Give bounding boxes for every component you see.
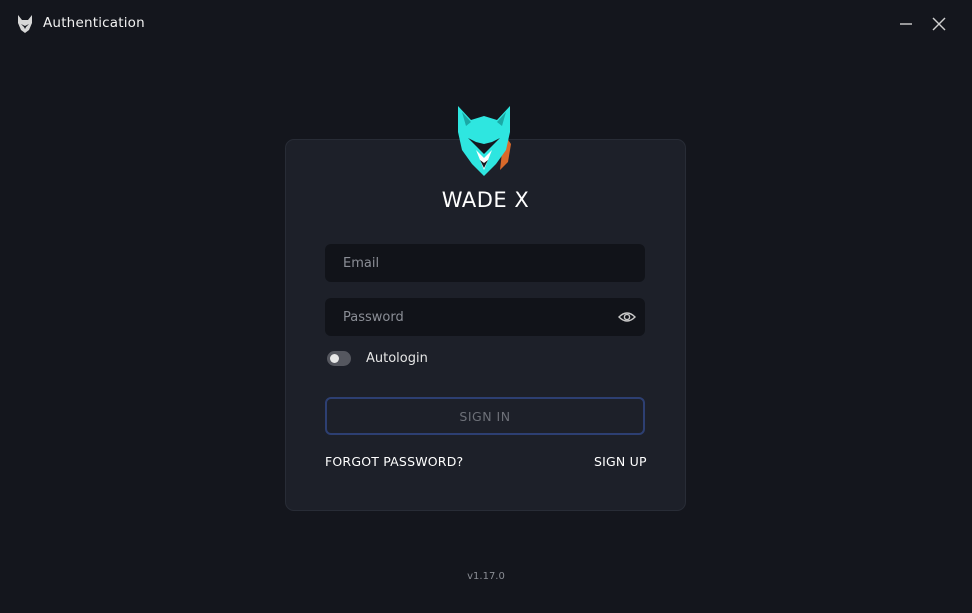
- toggle-knob: [330, 354, 339, 363]
- close-icon[interactable]: [927, 12, 951, 36]
- minimize-icon[interactable]: [894, 12, 918, 36]
- autologin-toggle[interactable]: [327, 351, 351, 366]
- wolf-logo-icon: [18, 15, 32, 33]
- sign-in-button[interactable]: SIGN IN: [325, 397, 645, 435]
- sign-up-link[interactable]: SIGN UP: [594, 454, 647, 469]
- brand-name: WADE X: [441, 188, 530, 212]
- autologin-label: Autologin: [366, 351, 428, 366]
- password-input[interactable]: [325, 298, 645, 336]
- title-bar[interactable]: Authentication: [0, 0, 972, 48]
- email-input[interactable]: [325, 244, 645, 282]
- wolf-logo-icon: [458, 106, 511, 176]
- version-label: v1.17.0: [467, 571, 505, 582]
- window-title: Authentication: [43, 15, 145, 31]
- eye-icon[interactable]: [617, 308, 637, 326]
- forgot-password-link[interactable]: FORGOT PASSWORD?: [325, 454, 463, 469]
- auth-window: Authentication WADE X Autologin SIGN IN: [0, 0, 972, 613]
